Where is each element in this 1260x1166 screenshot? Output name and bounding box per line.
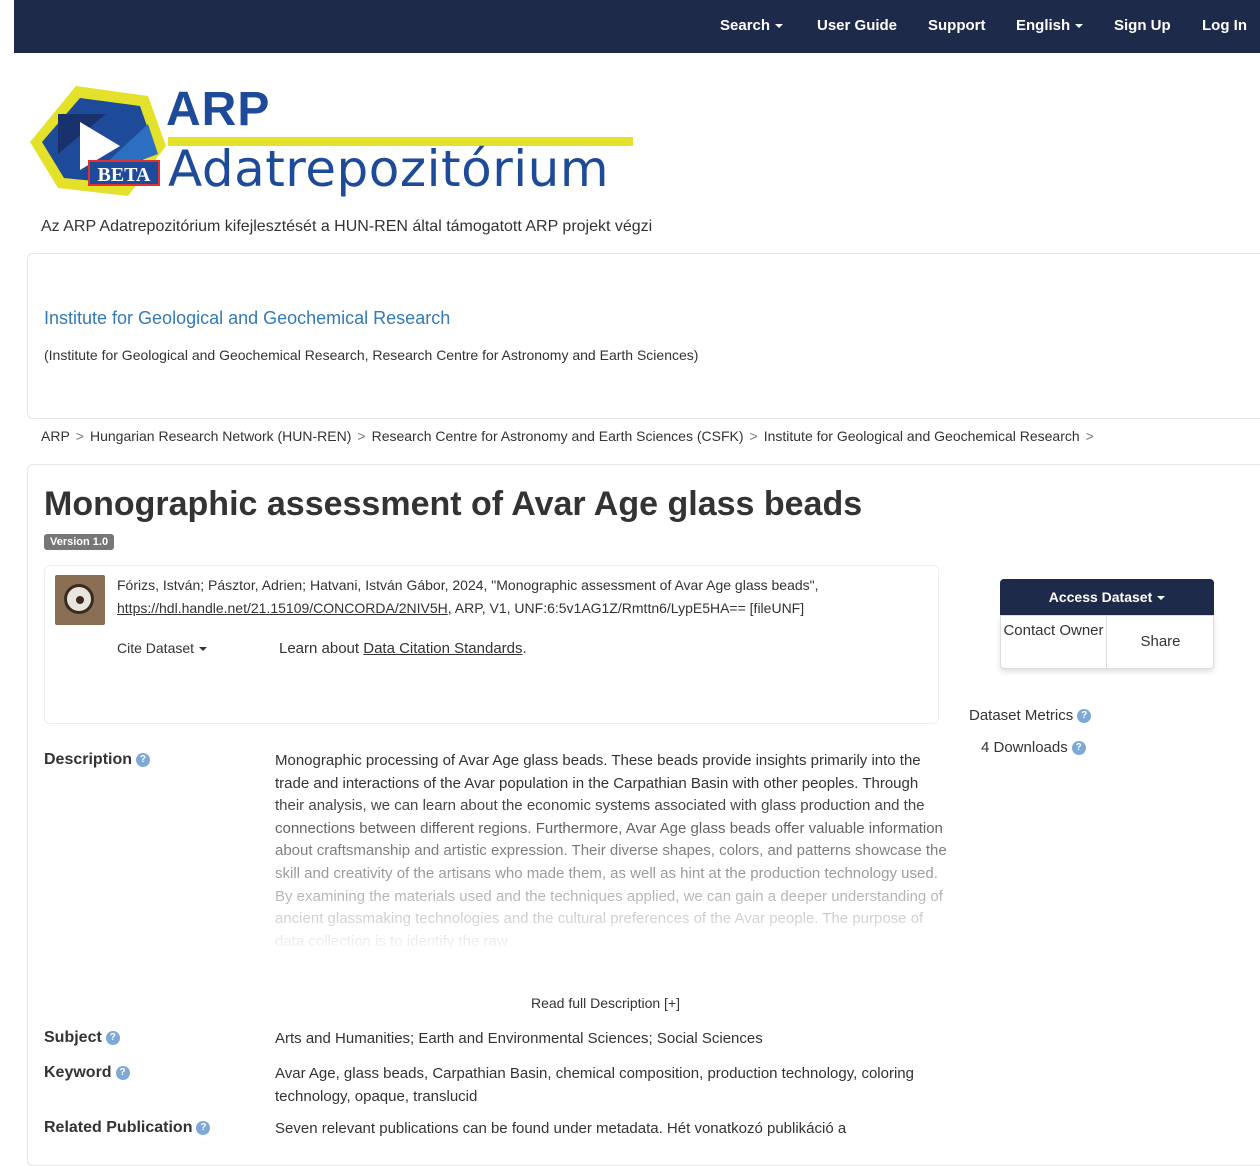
citation-authors: Fórizs, István; Pásztor, Adrien; Hatvani… [117, 577, 819, 593]
nav-language-label: English [1016, 17, 1071, 34]
caret-down-icon [199, 647, 208, 652]
metrics-title-text: Dataset Metrics [969, 707, 1074, 724]
dataset-metrics-title: Dataset Metrics? [969, 707, 1092, 724]
share-button[interactable]: Share [1108, 616, 1213, 668]
help-icon[interactable]: ? [1071, 741, 1086, 756]
downloads-text: 4 Downloads [981, 739, 1068, 756]
help-icon[interactable]: ? [136, 752, 151, 767]
breadcrumb-item[interactable]: Hungarian Research Network (HUN-REN) [90, 428, 351, 444]
metrics-box: 4 Downloads? [969, 731, 1246, 771]
description-label: Description? [44, 751, 151, 769]
description-text: Monographic processing of Avar Age glass… [275, 752, 947, 948]
nav-sign-up[interactable]: Sign Up [1114, 17, 1171, 34]
learn-suffix: . [522, 640, 527, 657]
page-title: Monographic assessment of Avar Age glass… [44, 485, 863, 523]
dataset-panel: Monographic assessment of Avar Age glass… [27, 464, 1260, 1166]
logo-name-text: Adatrepozitórium [168, 140, 610, 198]
caret-down-icon [1157, 596, 1166, 601]
access-dataset-label: Access Dataset [1048, 589, 1153, 605]
cite-dataset-label: Cite Dataset [117, 640, 195, 656]
breadcrumb-item[interactable]: Research Centre for Astronomy and Earth … [372, 428, 744, 444]
caret-down-icon [1075, 24, 1084, 29]
nav-log-in[interactable]: Log In [1202, 17, 1247, 34]
breadcrumb: ARP > Hungarian Research Network (HUN-REN)… [41, 428, 1100, 444]
data-citation-standards-link[interactable]: Data Citation Standards [363, 640, 522, 657]
dataset-thumbnail [55, 575, 105, 625]
help-icon[interactable]: ? [115, 1065, 130, 1080]
breadcrumb-separator: > [75, 428, 84, 444]
citation-handle-link[interactable]: https://hdl.handle.net/21.15109/CONCORDA… [117, 600, 448, 616]
keyword-label: Keyword? [44, 1064, 130, 1082]
nav-user-guide[interactable]: User Guide [817, 17, 897, 34]
citation-text: Fórizs, István; Pásztor, Adrien; Hatvani… [117, 574, 929, 620]
subject-label-text: Subject [44, 1029, 102, 1046]
citation-details: , ARP, V1, UNF:6:5v1AG1Z/Rmttn6/LypE5HA=… [447, 600, 805, 616]
nav-support[interactable]: Support [928, 17, 986, 34]
top-navbar: Search User Guide Support English Sign U… [14, 0, 1260, 53]
read-full-description-link[interactable]: Read full Description [+] [531, 995, 680, 1011]
breadcrumb-separator: > [357, 428, 366, 444]
related-publication-value: Seven relevant publications can be found… [275, 1120, 847, 1137]
access-dataset-button[interactable]: Access Dataset [1000, 579, 1214, 615]
nav-search-label: Search [720, 17, 771, 34]
site-tagline: Az ARP Adatrepozitórium kifejlesztését a… [41, 218, 653, 235]
nav-language-dropdown[interactable]: English [1016, 17, 1084, 34]
caret-down-icon [775, 24, 784, 29]
institution-affiliation: (Institute for Geological and Geochemica… [44, 347, 699, 363]
beta-badge: BETA [88, 160, 160, 186]
version-badge: Version 1.0 [44, 534, 115, 550]
help-icon[interactable]: ? [105, 1030, 120, 1045]
related-publication-label: Related Publication? [44, 1119, 211, 1137]
bead-hole [76, 596, 84, 604]
breadcrumb-item[interactable]: Institute for Geological and Geochemical… [764, 428, 1080, 444]
keyword-value: Avar Age, glass beads, Carpathian Basin,… [275, 1065, 914, 1105]
logo-arp-text: ARP [166, 83, 271, 136]
institution-link[interactable]: Institute for Geological and Geochemical… [44, 308, 450, 329]
learn-prefix: Learn about [279, 640, 364, 657]
subject-label: Subject? [44, 1029, 120, 1047]
learn-citation: Learn about Data Citation Standards. [279, 640, 527, 657]
nav-search-dropdown[interactable]: Search [720, 17, 784, 34]
breadcrumb-separator: > [1085, 428, 1094, 444]
description-label-text: Description [44, 751, 133, 768]
citation-box: Fórizs, István; Pásztor, Adrien; Hatvani… [44, 565, 939, 724]
action-button-group: Contact Owner Share [1000, 615, 1214, 669]
subject-value: Arts and Humanities; Earth and Environme… [275, 1030, 763, 1047]
breadcrumb-separator: > [749, 428, 758, 444]
contact-owner-button[interactable]: Contact Owner [1001, 616, 1107, 668]
site-logo[interactable]: ARP Adatrepozitórium BETA [28, 83, 648, 204]
downloads-count: 4 Downloads? [981, 739, 1086, 756]
institution-panel: Institute for Geological and Geochemical… [27, 253, 1260, 419]
cite-dataset-dropdown[interactable]: Cite Dataset [117, 640, 208, 656]
keyword-label-text: Keyword [44, 1064, 112, 1081]
left-margin [0, 0, 14, 1128]
breadcrumb-item[interactable]: ARP [41, 428, 70, 444]
help-icon[interactable]: ? [1077, 709, 1092, 724]
